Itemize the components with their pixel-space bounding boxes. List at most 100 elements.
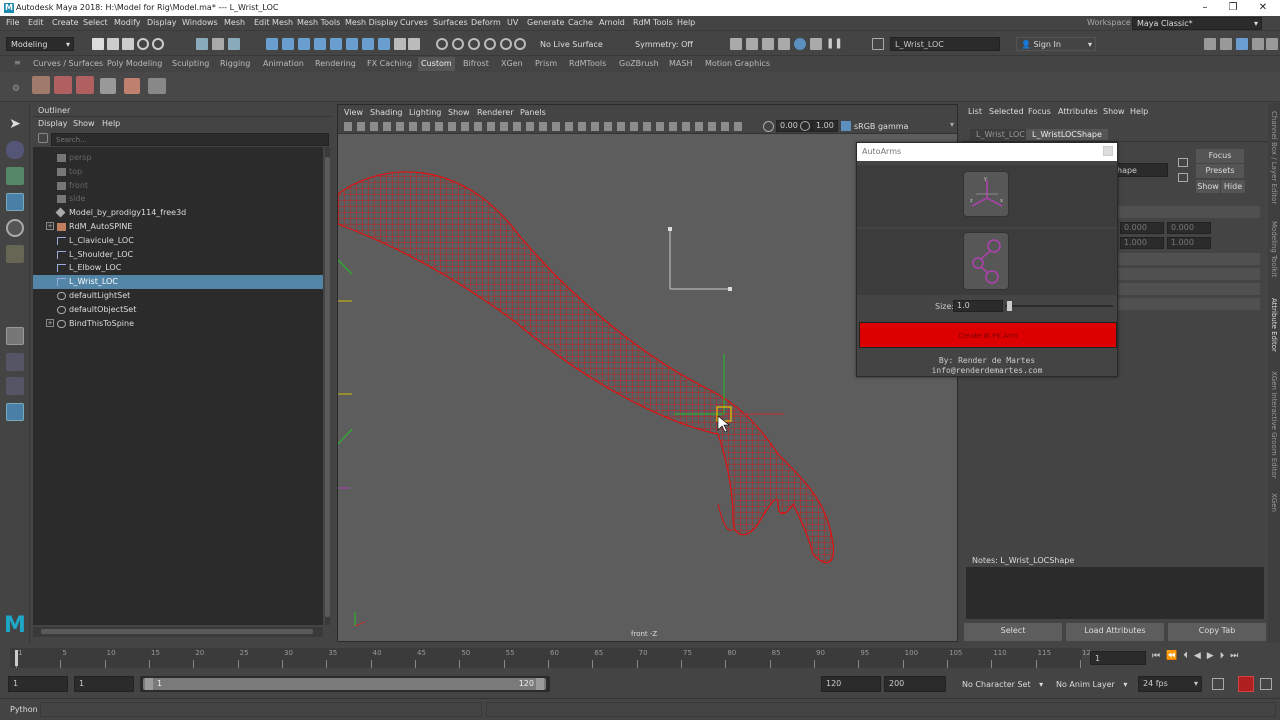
color-management-icon[interactable] [841, 121, 851, 131]
character-set-dropdown[interactable]: No Character Set ▾ [962, 680, 1043, 689]
viewport-menu-renderer[interactable]: Renderer [477, 108, 514, 117]
step-back-frame-icon[interactable]: ⏴ [1183, 651, 1194, 661]
menu-select[interactable]: Select [83, 18, 108, 27]
outliner-menu-help[interactable]: Help [102, 119, 120, 128]
attribute-editor-icon[interactable] [1236, 38, 1248, 50]
play-forward-icon[interactable]: ▶ [1207, 651, 1220, 661]
select-tool-icon[interactable]: ➤ [6, 115, 24, 133]
shelf-tab-bifrost[interactable]: Bifrost [460, 57, 492, 71]
load-attributes-button[interactable]: Load Attributes [1066, 623, 1164, 641]
viewport-tool-icons[interactable] [344, 122, 744, 131]
outliner-scroll-thumb[interactable] [325, 157, 330, 617]
outliner-item[interactable]: side [33, 192, 323, 206]
gamma-icon[interactable] [800, 121, 810, 131]
sign-in-button[interactable]: 👤 Sign In ▾ [1016, 37, 1096, 51]
snap-together-icon[interactable] [362, 38, 374, 50]
timeline-track[interactable]: 1 5 10 15 20 25 30 35 40 45 50 55 60 65 70 75 80 85 90 95 10… [10, 648, 1091, 668]
autoarms-titlebar[interactable]: AutoArms [857, 143, 1117, 161]
outliner-hscroll-thumb[interactable] [41, 629, 313, 634]
menu-windows[interactable]: Windows [182, 18, 218, 27]
lasso-tool-icon[interactable] [6, 141, 24, 159]
create-ik-fk-arm-button[interactable]: Create IK FK Arm [859, 322, 1117, 348]
attr-menu-show[interactable]: Show [1103, 107, 1125, 116]
expand-icon[interactable]: + [46, 222, 54, 230]
attr-tab-transform[interactable]: L_Wrist_LOC [970, 129, 1031, 140]
render-current-icon[interactable] [746, 38, 758, 50]
arnold-render-icon[interactable] [810, 38, 822, 50]
minimize-button[interactable]: – [1190, 0, 1220, 16]
range-track[interactable]: 1 120 [140, 676, 550, 692]
menu-deform[interactable]: Deform [471, 18, 501, 27]
menu-display[interactable]: Display [147, 18, 177, 27]
play-back-icon[interactable]: ◀ [1194, 651, 1207, 661]
hide-button[interactable]: Hide [1221, 180, 1245, 193]
shelf-tab-rigging[interactable]: Rigging [217, 57, 253, 71]
shelf-settings-icon[interactable]: ⚙ [12, 84, 20, 94]
move-tool-icon[interactable] [6, 193, 24, 211]
shelf-tool-2-icon[interactable] [54, 76, 72, 94]
magnet-curve-icon[interactable] [452, 38, 464, 50]
menu-create[interactable]: Create [52, 18, 79, 27]
attr-field-1[interactable]: 0.000 [1120, 222, 1164, 234]
size-slider-track[interactable] [1005, 305, 1113, 307]
shelf-tab-mash[interactable]: MASH [666, 57, 695, 71]
redo-icon[interactable] [152, 38, 164, 50]
layout-four-icon[interactable] [6, 353, 24, 371]
snap-grid-icon[interactable] [266, 38, 278, 50]
attr-section-header[interactable] [1118, 206, 1260, 218]
command-input[interactable] [40, 702, 482, 717]
scene-start-field[interactable]: 1 [8, 676, 68, 692]
focus-button[interactable]: Focus [1196, 149, 1244, 163]
shelf-tab-rendering[interactable]: Rendering [312, 57, 359, 71]
layout-icon[interactable] [1266, 38, 1278, 50]
outliner-menu-show[interactable]: Show [73, 119, 95, 128]
attr-tab-shape[interactable]: L_WristLOCShape [1026, 129, 1108, 140]
shelf-tab-curves-surfaces[interactable]: Curves / Surfaces [30, 57, 106, 71]
shelf-tool-3-icon[interactable] [76, 76, 94, 94]
shelf-tab-rdmtools[interactable]: RdMTools [566, 57, 609, 71]
expand-icon[interactable]: + [46, 318, 54, 327]
focus-icon[interactable] [1178, 158, 1188, 167]
snap-curve-icon[interactable] [282, 38, 294, 50]
show-button[interactable]: Show [1196, 180, 1220, 193]
maximize-button[interactable]: ❐ [1218, 0, 1248, 16]
outliner-item[interactable]: Model_by_prodigy114_free3d [33, 206, 323, 220]
outliner-item[interactable]: L_Wrist_LOC [33, 275, 323, 290]
snap-view-icon[interactable] [314, 38, 326, 50]
outliner-item[interactable]: + BindThisToSpine [33, 317, 323, 331]
script-language-label[interactable]: Python [10, 705, 38, 714]
menu-curves[interactable]: Curves [400, 18, 428, 27]
menu-uv[interactable]: UV [507, 18, 518, 27]
select-hierarchy-icon[interactable] [196, 38, 208, 50]
shelf-tab-gozbrush[interactable]: GoZBrush [616, 57, 662, 71]
presets-icon[interactable] [1178, 173, 1188, 182]
menu-mesh[interactable]: Mesh [224, 18, 245, 27]
render-settings-icon[interactable] [778, 38, 790, 50]
shelf-tab-xgen[interactable]: XGen [498, 57, 526, 71]
anim-layer-dropdown[interactable]: No Anim Layer ▾ [1056, 680, 1127, 689]
side-tab-xgen-groom[interactable]: XGen Interactive Groom Editor [1270, 371, 1278, 479]
outliner-scrollbar[interactable] [325, 147, 330, 625]
current-frame-field[interactable]: 1 [1090, 651, 1146, 665]
layout-single-icon[interactable] [6, 327, 24, 345]
select-button[interactable]: Select [964, 623, 1062, 641]
range-start-handle[interactable] [145, 678, 153, 690]
live-surface-label[interactable]: No Live Surface [540, 40, 603, 49]
shelf-tab-animation[interactable]: Animation [260, 57, 307, 71]
outliner-item[interactable]: L_Elbow_LOC [33, 261, 323, 275]
outliner-item[interactable]: top [33, 165, 323, 179]
side-tab-channel-box[interactable]: Channel Box / Layer Editor [1270, 111, 1278, 204]
autoarms-close-button[interactable] [1103, 146, 1113, 156]
attr-menu-help[interactable]: Help [1130, 107, 1148, 116]
go-to-end-icon[interactable]: ⏭ [1230, 651, 1244, 661]
rotate-tool-icon[interactable] [6, 219, 24, 237]
shelf-tab-fx-caching[interactable]: FX Caching [364, 57, 415, 71]
attr-section-5[interactable] [1118, 298, 1260, 310]
exposure-icon[interactable] [763, 121, 774, 132]
shelf-tab-sculpting[interactable]: Sculpting [169, 57, 212, 71]
open-scene-icon[interactable] [107, 38, 119, 50]
range-end-handle[interactable] [536, 678, 544, 690]
range-bar[interactable]: 1 120 [143, 678, 546, 690]
viewport-menu-view[interactable]: View [344, 108, 363, 117]
outliner-item[interactable]: defaultObjectSet [33, 303, 323, 317]
